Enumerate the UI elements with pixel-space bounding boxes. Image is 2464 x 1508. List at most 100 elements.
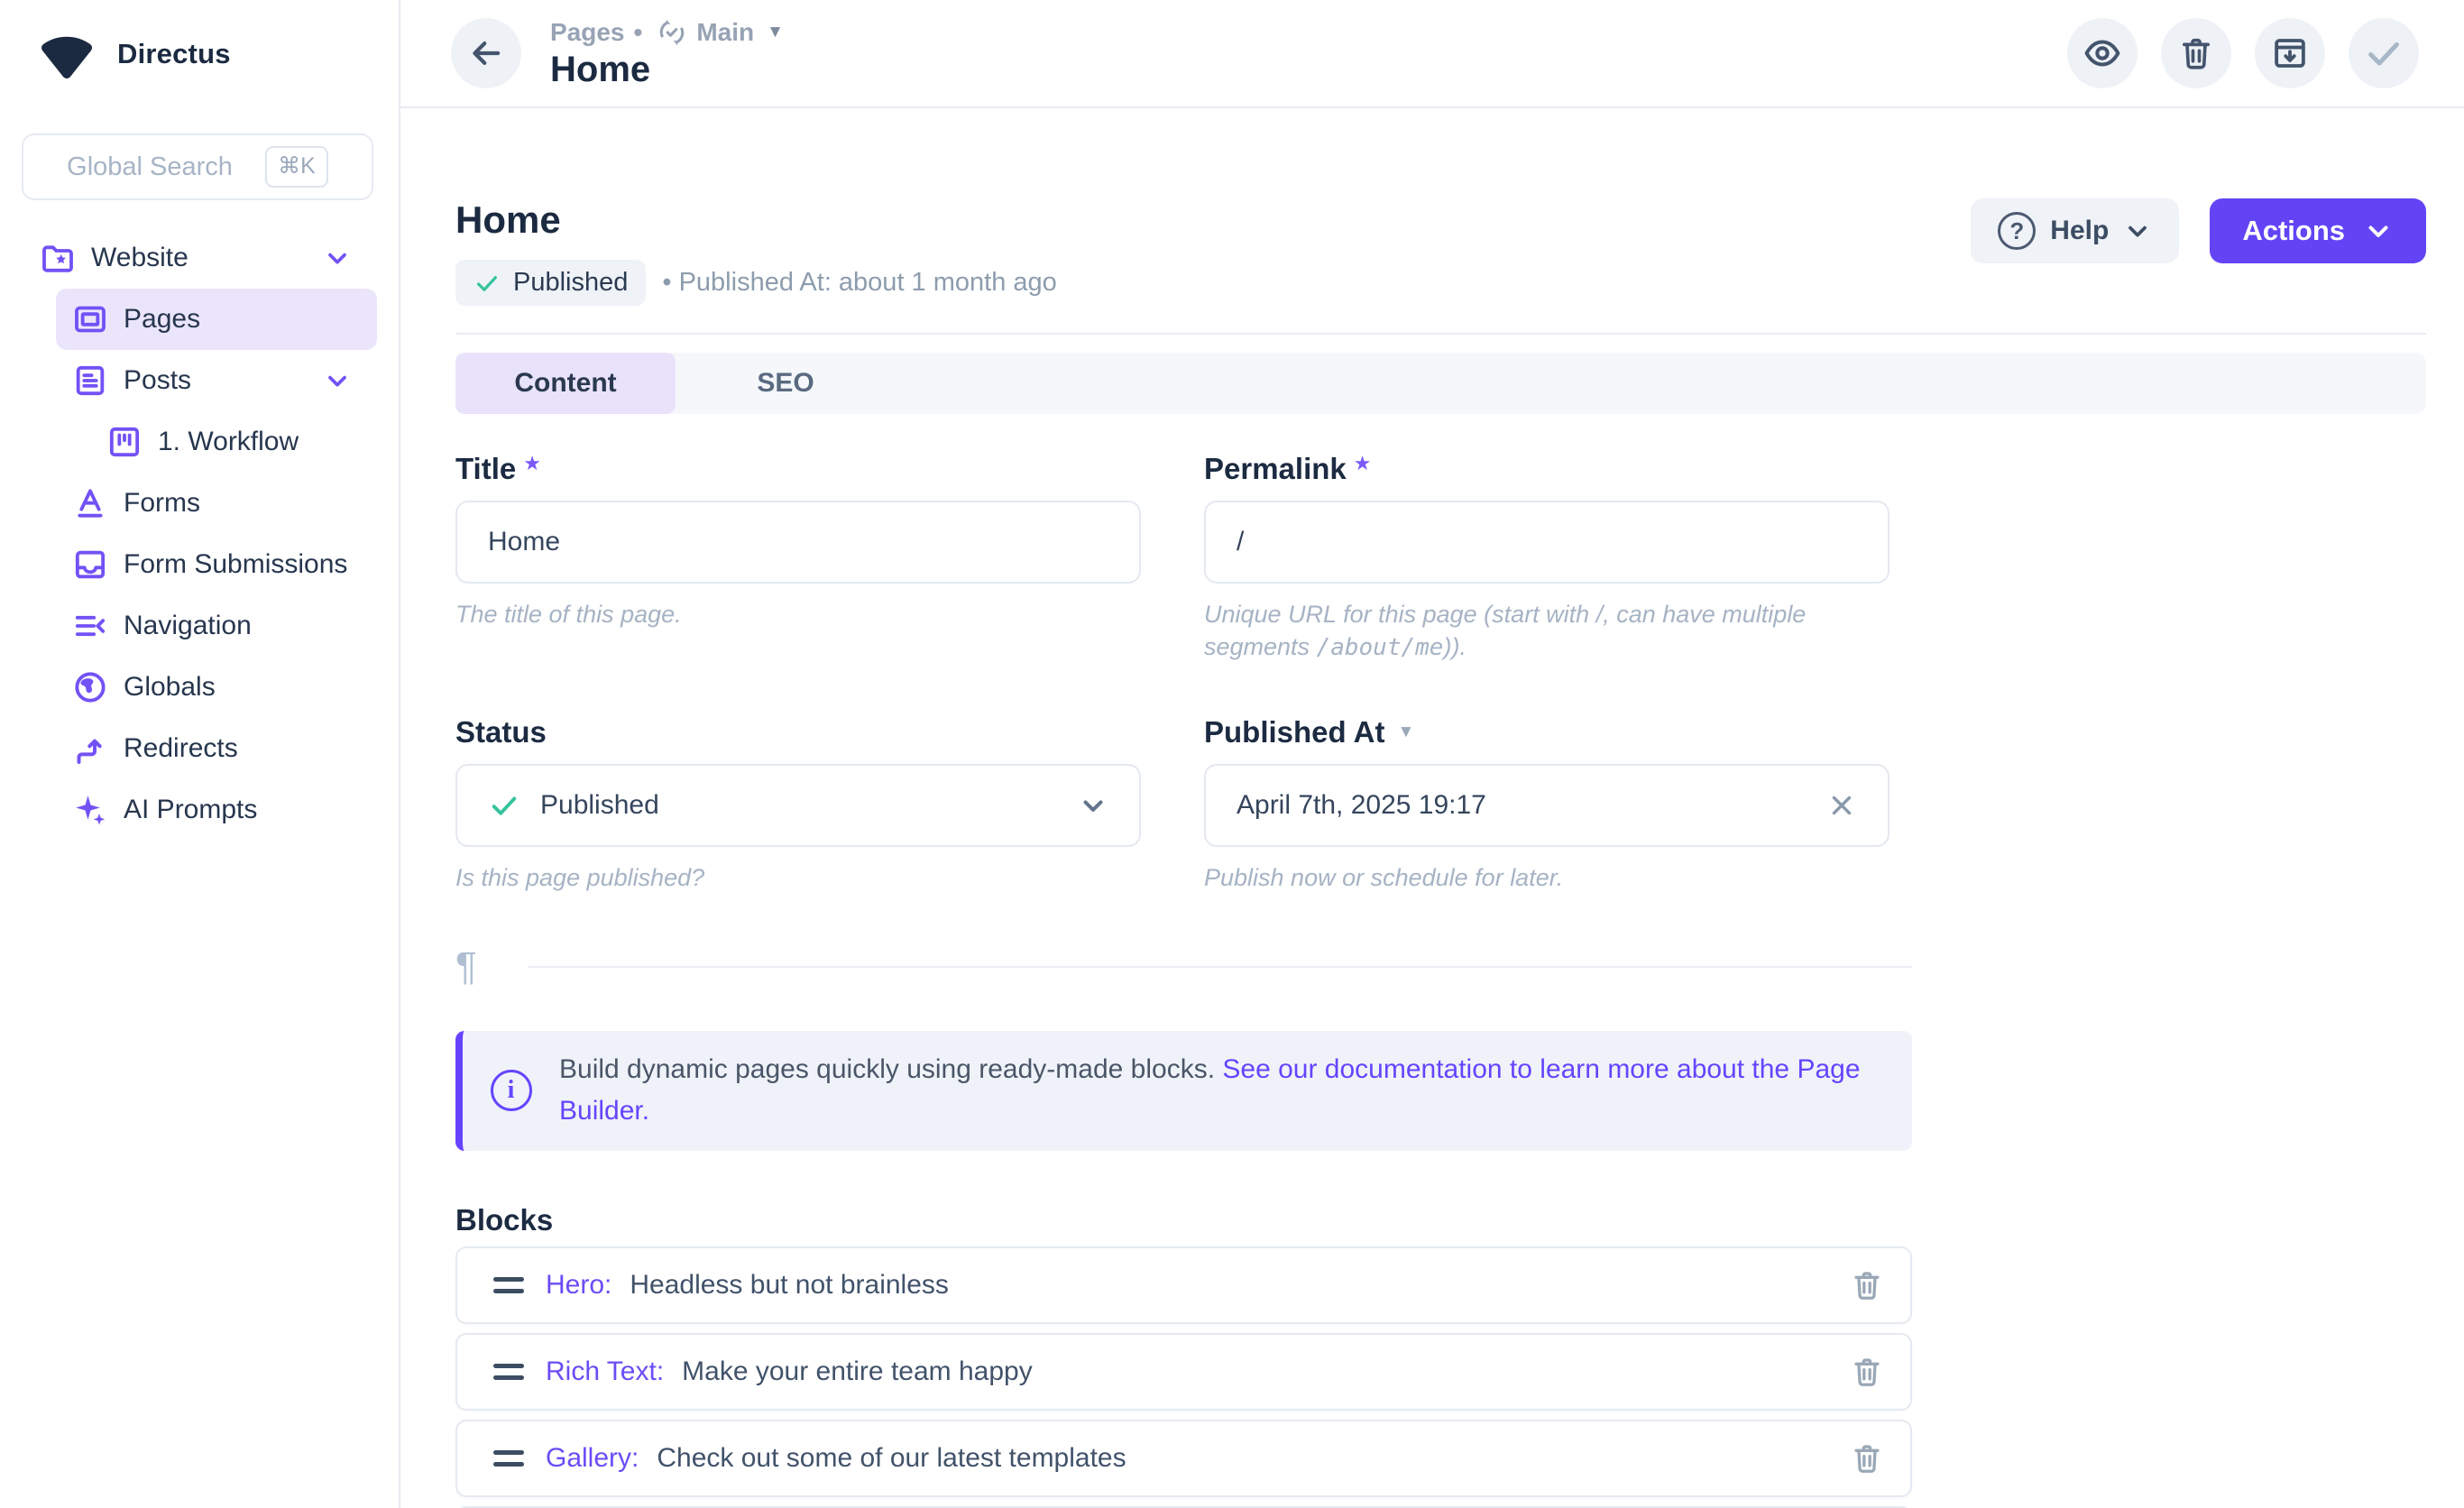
sidebar-item-label: Forms: [124, 488, 200, 519]
sidebar-item-posts[interactable]: Posts: [56, 350, 377, 411]
folder-star-icon: [40, 240, 76, 276]
block-row-gallery[interactable]: Gallery: Check out some of our latest te…: [455, 1420, 1912, 1497]
remove-block-button[interactable]: [1849, 1440, 1885, 1476]
published-at-label: Published At▼: [1204, 715, 1889, 749]
published-at-note: Publish now or schedule for later.: [1204, 861, 1889, 894]
title-note: The title of this page.: [455, 598, 1141, 630]
redirect-arrow-icon: [72, 731, 108, 767]
permalink-field: Permalink★ Unique URL for this page (sta…: [1204, 452, 1889, 665]
sidebar-item-label: Posts: [124, 365, 191, 396]
letter-a-icon: [72, 485, 108, 521]
block-title: Make your entire team happy: [682, 1356, 1033, 1387]
breadcrumb-collection[interactable]: Pages: [550, 18, 625, 47]
chevron-down-icon[interactable]: [323, 366, 352, 395]
check-icon: [2363, 32, 2404, 74]
status-note: Is this page published?: [455, 861, 1141, 894]
sidebar-item-workflow[interactable]: 1. Workflow: [56, 411, 377, 473]
trash-icon: [1850, 1355, 1884, 1389]
info-banner: i Build dynamic pages quickly using read…: [455, 1031, 1912, 1151]
section-divider: [455, 333, 2426, 335]
delete-button[interactable]: [2161, 18, 2231, 88]
sidebar-item-ai-prompts[interactable]: AI Prompts: [56, 779, 377, 841]
drag-handle-icon[interactable]: [493, 1364, 524, 1380]
blocks-label: Blocks: [455, 1203, 1912, 1237]
chevron-down-icon: [1078, 790, 1108, 821]
pilcrow-icon: ¶: [455, 944, 528, 989]
tab-seo[interactable]: SEO: [676, 353, 896, 414]
back-button[interactable]: [451, 18, 521, 88]
info-icon: i: [491, 1070, 532, 1111]
archive-button[interactable]: [2255, 18, 2325, 88]
sidebar-item-redirects[interactable]: Redirects: [56, 718, 377, 779]
eye-icon: [2082, 33, 2122, 73]
block-title: Check out some of our latest templates: [657, 1443, 1126, 1474]
question-icon: ?: [1998, 212, 2036, 250]
sidebar-item-label: Form Submissions: [124, 549, 347, 580]
drag-handle-icon[interactable]: [493, 1450, 524, 1467]
globe-icon: [72, 669, 108, 705]
title-input[interactable]: [455, 501, 1141, 584]
block-type: Gallery:: [546, 1443, 639, 1474]
post-icon: [72, 363, 108, 399]
status-field: Status Published Is this page published?: [455, 715, 1141, 894]
sparkles-icon: [72, 792, 108, 828]
directus-app: Directus ⌘K Website Pages: [0, 0, 2464, 1508]
block-type: Hero:: [546, 1270, 611, 1301]
top-header: Pages • Main ▼ Home: [400, 0, 2464, 108]
brand-row[interactable]: Directus: [0, 0, 399, 108]
save-button[interactable]: [2349, 18, 2419, 88]
sidebar-item-navigation[interactable]: Navigation: [56, 595, 377, 657]
global-search[interactable]: ⌘K: [22, 133, 373, 200]
detail-tabs: Content SEO: [455, 353, 2426, 414]
brand-name: Directus: [117, 38, 231, 70]
block-row-hero[interactable]: Hero: Headless but not brainless: [455, 1246, 1912, 1324]
published-meta: • Published At: about 1 month ago: [662, 268, 1056, 298]
trash-icon: [1850, 1268, 1884, 1302]
caret-down-icon[interactable]: ▼: [1397, 722, 1414, 742]
block-title: Headless but not brainless: [630, 1270, 949, 1301]
chevron-down-icon[interactable]: [323, 244, 352, 272]
tab-content[interactable]: Content: [455, 353, 676, 414]
remove-block-button[interactable]: [1849, 1354, 1885, 1390]
drag-handle-icon[interactable]: [493, 1277, 524, 1293]
block-type: Rich Text:: [546, 1356, 664, 1387]
breadcrumb-separator: •: [634, 18, 643, 47]
status-badge: Published: [455, 260, 646, 306]
breadcrumb[interactable]: Pages • Main ▼: [550, 17, 784, 48]
remove-block-button[interactable]: [1849, 1267, 1885, 1303]
help-button[interactable]: ? Help: [1971, 198, 2179, 263]
check-icon: [473, 270, 501, 297]
sidebar-item-form-submissions[interactable]: Form Submissions: [56, 534, 377, 595]
arrow-left-icon: [467, 34, 505, 72]
clear-date-icon[interactable]: [1826, 790, 1857, 821]
permalink-label: Permalink★: [1204, 452, 1889, 486]
actions-button[interactable]: Actions: [2210, 198, 2426, 263]
directus-logo-icon: [38, 29, 96, 79]
header-actions: [2067, 18, 2419, 88]
version-sync-icon: [657, 17, 687, 48]
sidebar-item-forms[interactable]: Forms: [56, 473, 377, 534]
menu-open-icon: [72, 608, 108, 644]
sidebar: Directus ⌘K Website Pages: [0, 0, 400, 1508]
caret-down-icon: ▼: [767, 23, 784, 42]
status-select[interactable]: Published: [455, 764, 1141, 847]
trash-icon: [1850, 1441, 1884, 1476]
sidebar-item-label: AI Prompts: [124, 795, 257, 825]
chevron-down-icon: [2123, 216, 2152, 245]
sidebar-item-pages[interactable]: Pages: [56, 289, 377, 350]
sidebar-item-globals[interactable]: Globals: [56, 657, 377, 718]
breadcrumb-version[interactable]: Main: [696, 18, 754, 47]
search-input[interactable]: [67, 152, 247, 182]
trash-icon: [2177, 34, 2215, 72]
archive-icon: [2271, 34, 2309, 72]
preview-button[interactable]: [2067, 18, 2138, 88]
published-at-input[interactable]: April 7th, 2025 19:17: [1204, 764, 1889, 847]
permalink-input[interactable]: [1204, 501, 1889, 584]
chevron-down-icon: [2363, 216, 2394, 246]
banner-text: Build dynamic pages quickly using ready-…: [559, 1049, 1876, 1133]
blocks-field-divider: ¶: [455, 944, 1912, 989]
block-row-rich-text[interactable]: Rich Text: Make your entire team happy: [455, 1333, 1912, 1411]
published-at-field: Published At▼ April 7th, 2025 19:17 Publ…: [1204, 715, 1889, 894]
kanban-icon: [106, 424, 143, 460]
sidebar-item-website[interactable]: Website: [22, 227, 377, 289]
